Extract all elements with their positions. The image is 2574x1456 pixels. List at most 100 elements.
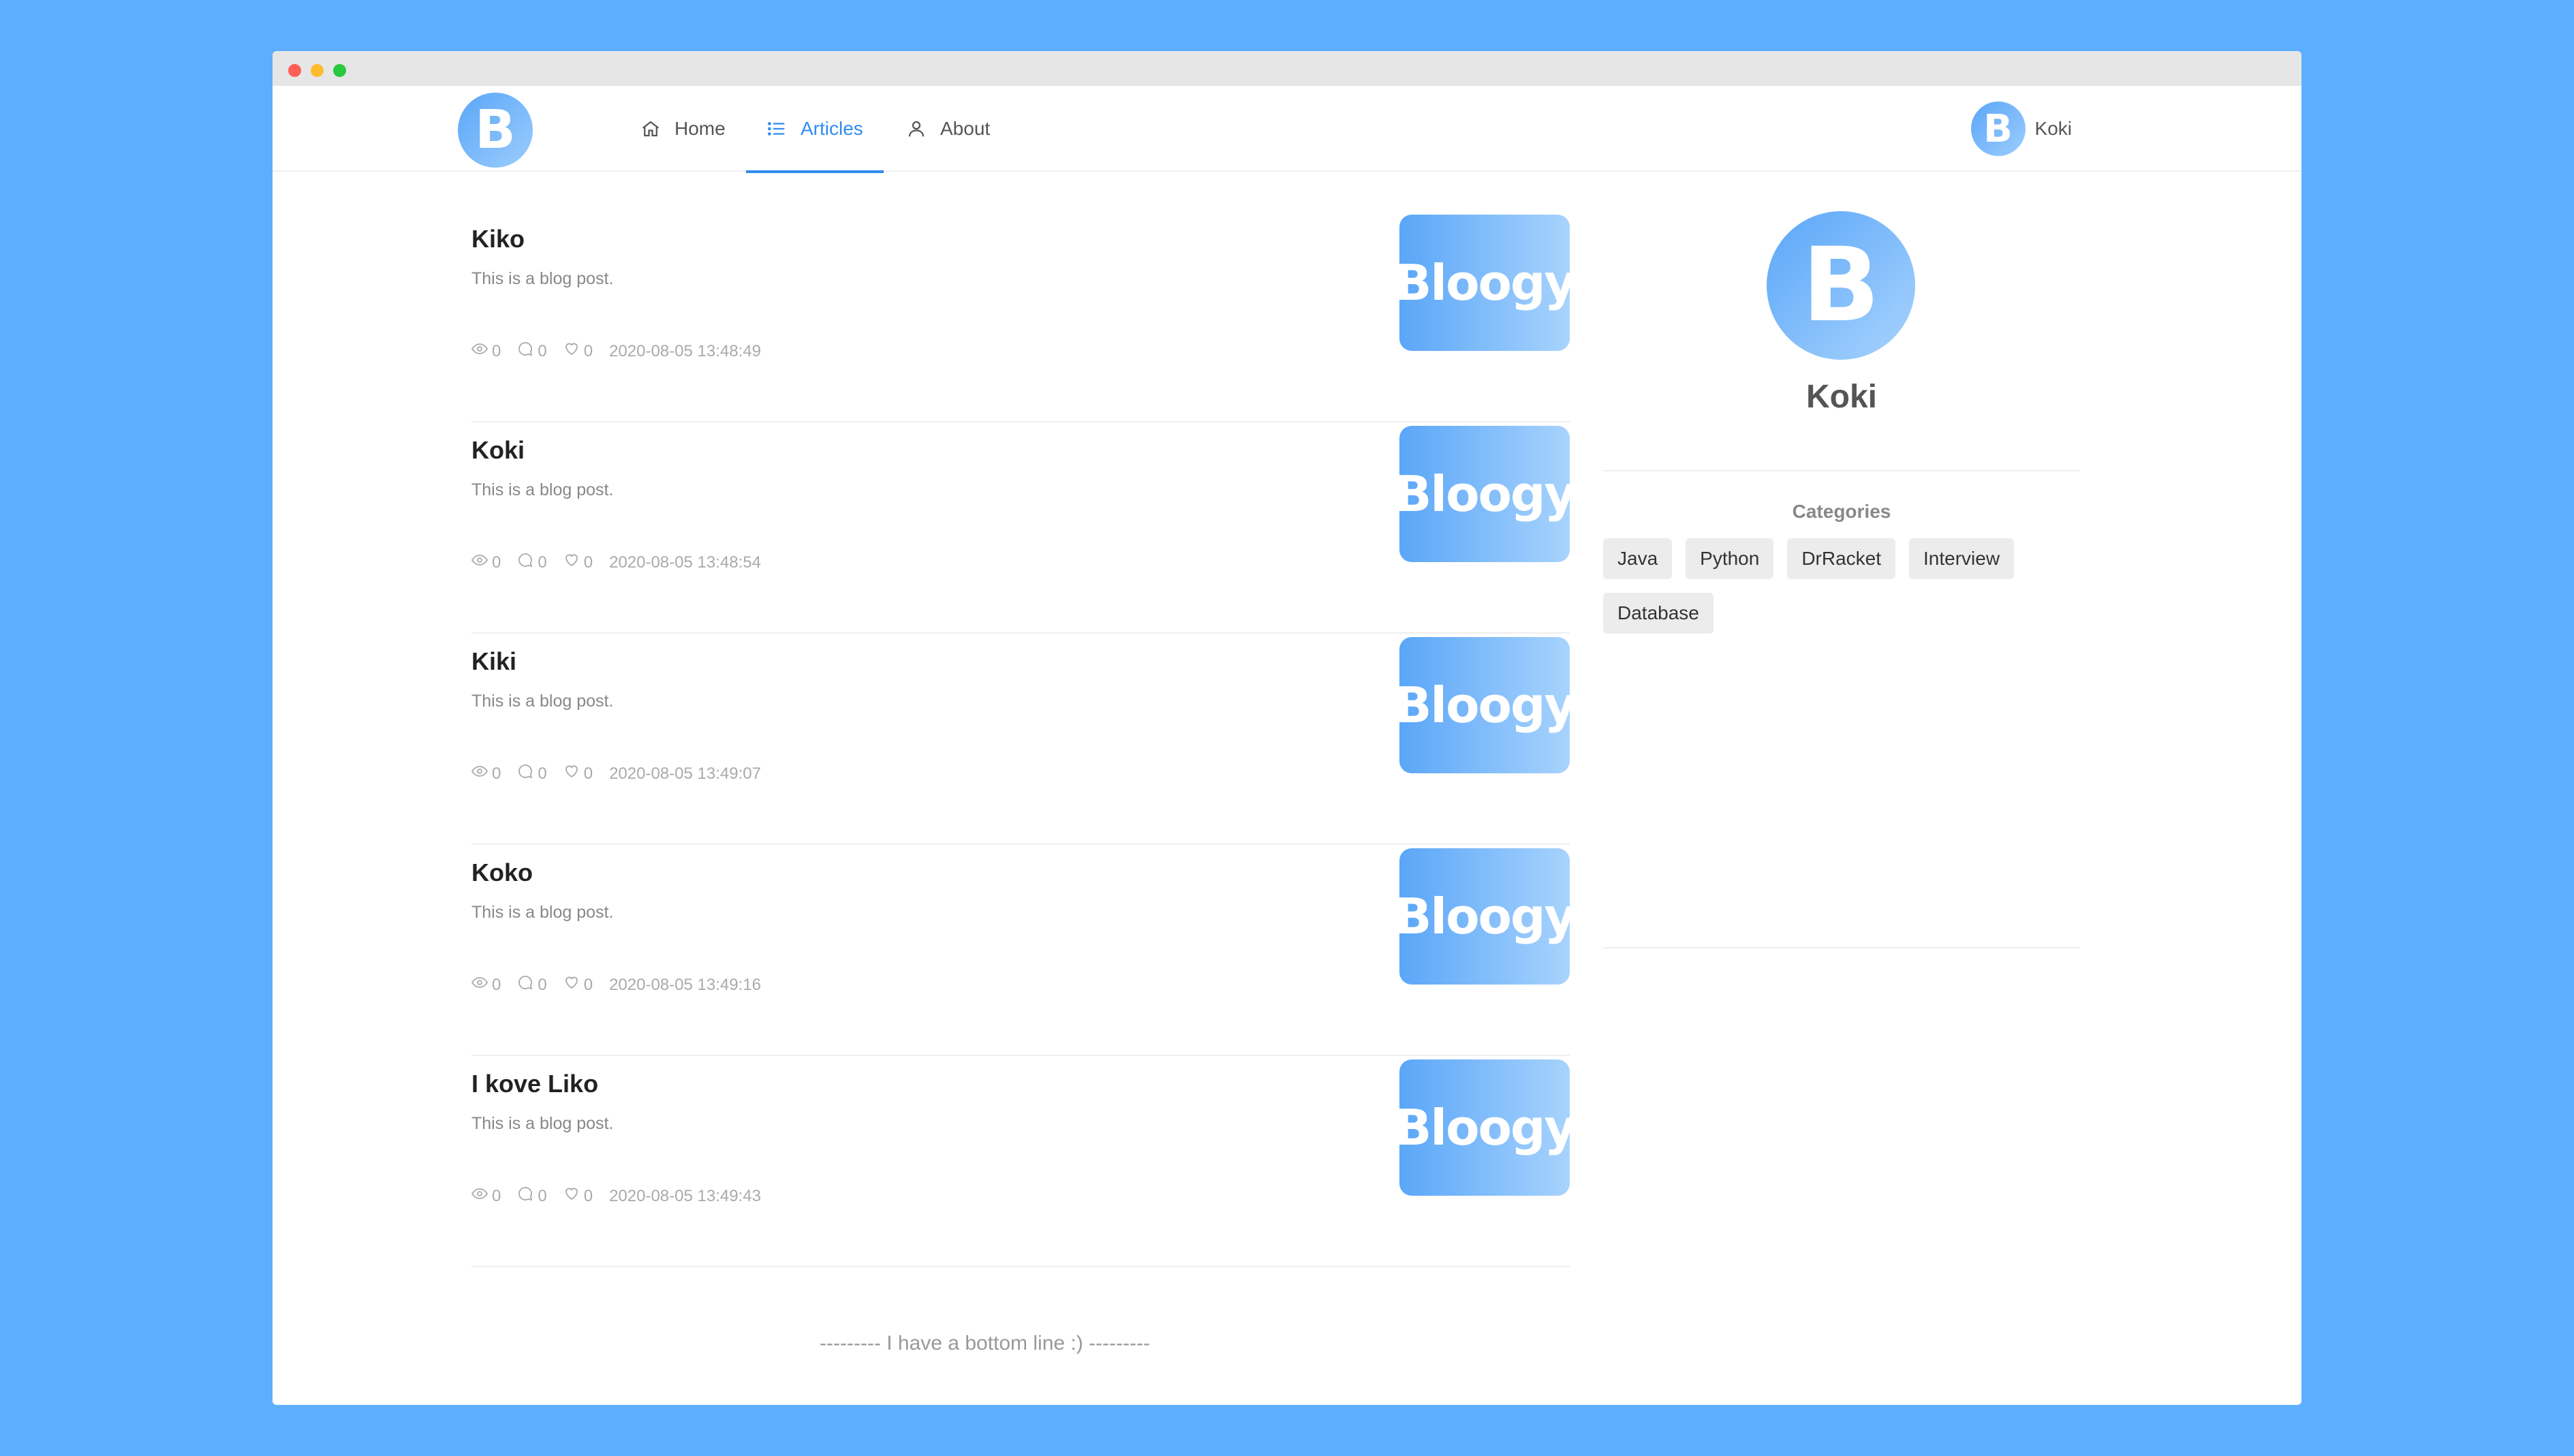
article-date: 2020-08-05 13:49:07 (609, 764, 761, 783)
comments-value: 0 (538, 341, 547, 360)
browser-window: B Home Articles About B Koki Kiko This is… (273, 51, 2301, 1405)
comment-icon (517, 763, 533, 784)
article-meta: 0 0 0 2020-08-05 13:48:49 (471, 341, 761, 362)
sidebar-divider (1603, 470, 2080, 471)
comment-icon (517, 341, 533, 362)
article-date: 2020-08-05 13:48:49 (609, 341, 761, 360)
comment-icon (517, 552, 533, 573)
thumbnail-text: Bloogy (1394, 888, 1577, 945)
article-summary: This is a blog post. (471, 269, 614, 288)
comments-count: 0 (517, 763, 547, 784)
likes-value: 0 (583, 975, 593, 994)
article-summary: This is a blog post. (471, 480, 614, 499)
article-summary: This is a blog post. (471, 903, 614, 922)
article-meta: 0 0 0 2020-08-05 13:49:16 (471, 974, 761, 995)
article-date: 2020-08-05 13:49:43 (609, 1186, 761, 1205)
article-meta: 0 0 0 2020-08-05 13:49:43 (471, 1186, 761, 1207)
list-icon (768, 122, 785, 136)
article-thumbnail[interactable]: Bloogy (1395, 848, 1576, 985)
comments-count: 0 (517, 341, 547, 362)
category-tags: Java Python DrRacket Interview Database (1603, 538, 2080, 634)
user-icon (908, 121, 925, 137)
article-title[interactable]: I kove Liko (471, 1070, 598, 1098)
likes-value: 0 (583, 553, 593, 572)
article-title[interactable]: Koko (471, 858, 533, 887)
heart-icon (563, 1186, 580, 1207)
article-list: Kiko This is a blog post. 0 0 0 2020-08-05 13… (471, 211, 1576, 1267)
comments-count: 0 (517, 1186, 547, 1207)
close-window-button[interactable] (288, 64, 301, 77)
heart-icon (563, 341, 580, 362)
article-date: 2020-08-05 13:49:16 (609, 975, 761, 994)
article-date: 2020-08-05 13:48:54 (609, 553, 761, 572)
profile-avatar: B (1767, 211, 1915, 360)
category-tag[interactable]: Database (1603, 593, 1714, 634)
comments-value: 0 (538, 975, 547, 994)
views-value: 0 (492, 1186, 501, 1205)
comment-icon (517, 1186, 533, 1207)
article-thumbnail[interactable]: Bloogy (1395, 426, 1576, 562)
views-value: 0 (492, 341, 501, 360)
views-count: 0 (471, 763, 501, 784)
article-title[interactable]: Kiko (471, 225, 525, 253)
article-thumbnail[interactable]: Bloogy (1395, 215, 1576, 351)
nav-item-home[interactable]: Home (640, 86, 726, 172)
maximize-window-button[interactable] (333, 64, 346, 77)
categories-title: Categories (1792, 501, 1891, 522)
nav-item-articles[interactable]: Articles (746, 86, 884, 173)
likes-value: 0 (583, 764, 593, 783)
article-item[interactable]: Kiki This is a blog post. 0 0 0 2020-08-05 13… (471, 634, 1576, 845)
likes-count: 0 (563, 552, 593, 573)
views-count: 0 (471, 341, 501, 362)
article-item[interactable]: Koko This is a blog post. 0 0 0 2020-08-05 13… (471, 845, 1576, 1056)
eye-icon (471, 763, 489, 784)
comments-count: 0 (517, 974, 547, 995)
profile-name: Koki (1805, 379, 1877, 415)
article-item[interactable]: Kiko This is a blog post. 0 0 0 2020-08-05 13… (471, 211, 1576, 422)
likes-count: 0 (563, 763, 593, 784)
likes-count: 0 (563, 974, 593, 995)
views-count: 0 (471, 974, 501, 995)
article-thumbnail[interactable]: Bloogy (1395, 637, 1576, 773)
heart-icon (563, 763, 580, 784)
views-value: 0 (492, 764, 501, 783)
category-tag[interactable]: Interview (1909, 538, 2015, 579)
article-item[interactable]: Koki This is a blog post. 0 0 0 2020-08-05 13… (471, 422, 1576, 634)
logo-letter: B (475, 99, 516, 161)
user-menu[interactable]: B Koki (1970, 86, 2072, 172)
nav-item-label: About (940, 118, 991, 139)
thumbnail-text: Bloogy (1394, 465, 1577, 523)
category-tag[interactable]: Java (1603, 538, 1673, 579)
views-value: 0 (492, 975, 501, 994)
eye-icon (471, 974, 489, 995)
category-tag[interactable]: Python (1686, 538, 1774, 579)
thumbnail-text: Bloogy (1394, 254, 1577, 311)
site-logo[interactable]: B (458, 93, 533, 168)
eye-icon (471, 552, 489, 573)
article-thumbnail[interactable]: Bloogy (1395, 1059, 1576, 1196)
sidebar-divider (1603, 947, 2080, 948)
likes-value: 0 (583, 1186, 593, 1205)
nav-item-about[interactable]: About (906, 86, 990, 172)
avatar: B (1970, 102, 2026, 156)
article-summary: This is a blog post. (471, 692, 614, 711)
article-meta: 0 0 0 2020-08-05 13:49:07 (471, 763, 761, 784)
views-count: 0 (471, 1186, 501, 1207)
views-count: 0 (471, 552, 501, 573)
comments-count: 0 (517, 552, 547, 573)
article-title[interactable]: Koki (471, 436, 525, 465)
article-title[interactable]: Kiki (471, 647, 516, 676)
comments-value: 0 (538, 553, 547, 572)
article-item[interactable]: I kove Liko This is a blog post. 0 0 0 2020-0… (471, 1056, 1576, 1267)
category-tag[interactable]: DrRacket (1787, 538, 1896, 579)
article-summary: This is a blog post. (471, 1114, 614, 1133)
likes-count: 0 (563, 1186, 593, 1207)
minimize-window-button[interactable] (311, 64, 324, 77)
likes-value: 0 (583, 341, 593, 360)
likes-count: 0 (563, 341, 593, 362)
comments-value: 0 (538, 764, 547, 783)
thumbnail-text: Bloogy (1394, 1099, 1577, 1156)
heart-icon (563, 552, 580, 573)
nav-item-label: Articles (801, 118, 863, 139)
home-icon (642, 121, 659, 137)
